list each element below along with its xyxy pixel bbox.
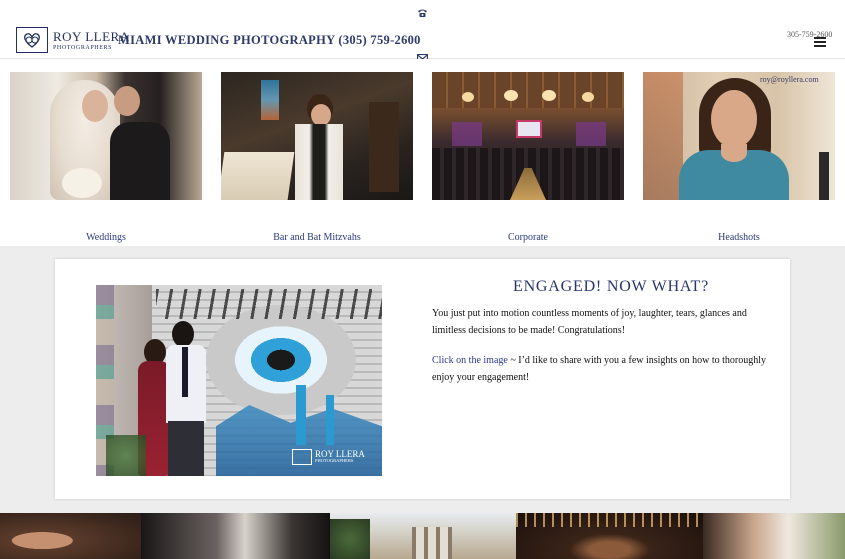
category-mitzvahs[interactable]: Bar and Bat Mitzvahs (221, 72, 413, 243)
hamburger-menu-icon[interactable] (814, 37, 826, 47)
category-headshots[interactable]: Headshots (643, 72, 835, 243)
mitzvah-photo[interactable] (221, 72, 413, 200)
gallery-photo[interactable] (516, 513, 703, 559)
category-label[interactable]: Headshots (643, 232, 835, 243)
feature-title: ENGAGED! NOW WHAT? (513, 278, 709, 295)
feature-paragraph-2: Click on the image ~ I’d like to share w… (432, 352, 782, 386)
gallery-photo[interactable] (141, 513, 330, 559)
feature-card: ROY LLERA PHOTOGRAPHERS ENGAGED! NOW WHA… (55, 259, 790, 499)
gallery-photo[interactable] (330, 513, 516, 559)
weddings-photo[interactable] (10, 72, 202, 200)
phone-icon[interactable] (417, 8, 428, 18)
header-email[interactable]: roy@royllera.com (760, 75, 819, 84)
site-tagline[interactable]: MIAMI WEDDING PHOTOGRAPHY (305) 759-2600 (118, 33, 421, 48)
gallery-photo[interactable] (0, 513, 141, 559)
watermark-subtitle: PHOTOGRAPHERS (315, 458, 354, 464)
feature-paragraph-1: You just put into motion countless momen… (432, 308, 747, 336)
site-logo[interactable]: ROY LLERA PHOTOGRAPHERS (16, 27, 130, 53)
category-corporate[interactable]: Corporate (432, 72, 624, 243)
category-label[interactable]: Corporate (432, 232, 624, 243)
category-band: Weddings Bar and Bat Mitzvahs Corporate (0, 59, 845, 246)
gallery-photo[interactable] (703, 513, 845, 559)
category-label[interactable]: Weddings (10, 232, 202, 243)
corporate-photo[interactable] (432, 72, 624, 200)
engagement-photo[interactable]: ROY LLERA PHOTOGRAPHERS (96, 285, 382, 476)
site-header: ROY LLERA PHOTOGRAPHERS MIAMI WEDDING PH… (0, 0, 845, 63)
headshots-photo[interactable] (643, 72, 835, 200)
click-image-link[interactable]: Click on the image (432, 355, 508, 366)
category-weddings[interactable]: Weddings (10, 72, 202, 243)
photo-watermark: ROY LLERA PHOTOGRAPHERS (292, 449, 365, 465)
category-label[interactable]: Bar and Bat Mitzvahs (221, 232, 413, 243)
logo-mark-icon (16, 27, 48, 53)
gallery-strip (0, 513, 845, 559)
